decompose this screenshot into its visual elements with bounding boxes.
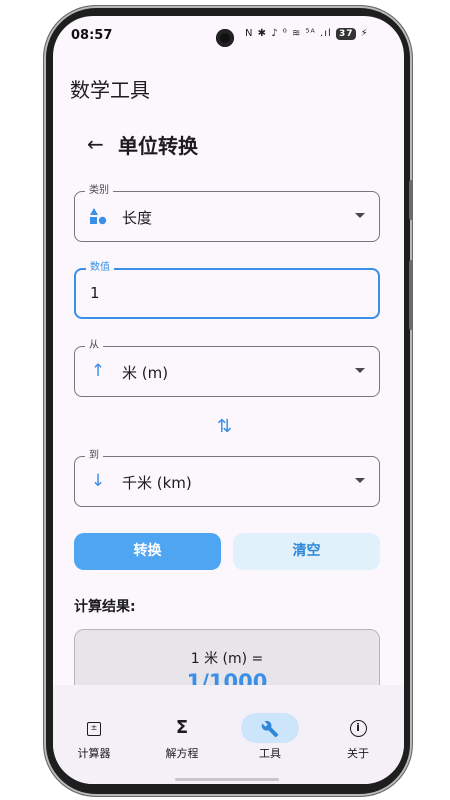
status-time: 08:57 xyxy=(71,28,113,43)
nav-item-about[interactable]: i 关于 xyxy=(323,713,393,761)
arrow-down-icon: ↓ xyxy=(90,471,106,491)
nav-item-tools[interactable]: 工具 xyxy=(235,713,305,761)
status-indicators-icon: N ✱ ♪ ⁰ ≋ ⁵ᴬ .ıl xyxy=(245,28,332,39)
from-unit-select[interactable]: 从 ↑ 米 (m) xyxy=(74,339,380,397)
category-value: 长度 xyxy=(122,209,153,227)
nav-item-equation[interactable]: Σ 解方程 xyxy=(147,713,217,761)
status-icons: N ✱ ♪ ⁰ ≋ ⁵ᴬ .ıl 37 ⚡ xyxy=(245,28,369,40)
nav-label-equation: 解方程 xyxy=(165,747,199,760)
sigma-icon: Σ xyxy=(175,717,189,738)
category-select[interactable]: 类别 长度 xyxy=(74,184,380,242)
result-label: 计算结果: xyxy=(74,599,136,615)
wrench-icon xyxy=(241,713,299,743)
from-label: 从 xyxy=(85,339,103,353)
to-label: 到 xyxy=(85,449,103,463)
camera-cutout xyxy=(216,29,234,47)
power-button xyxy=(409,260,413,330)
swap-vertical-icon[interactable]: ⇅ xyxy=(217,416,232,437)
category-label: 类别 xyxy=(85,184,113,198)
info-icon: i xyxy=(323,713,393,743)
bottom-navigation: ± 计算器 Σ 解方程 工具 i 关于 xyxy=(53,685,404,784)
arrow-up-icon: ↑ xyxy=(90,361,106,381)
nav-label-about: 关于 xyxy=(347,747,369,760)
from-value: 米 (m) xyxy=(122,364,169,382)
battery-icon: 37 xyxy=(335,28,357,40)
caret-down-icon xyxy=(355,368,365,373)
number-value[interactable]: 1 xyxy=(90,284,100,302)
result-expression: 1 米 (m) = xyxy=(190,651,264,667)
calculator-icon: ± xyxy=(59,713,129,743)
to-unit-select[interactable]: 到 ↓ 千米 (km) xyxy=(74,449,380,507)
nav-label-calculator: 计算器 xyxy=(77,747,111,760)
caret-down-icon xyxy=(355,478,365,483)
number-input[interactable]: 数值 1 xyxy=(74,261,380,319)
to-value: 千米 (km) xyxy=(122,474,192,492)
arrow-left-icon[interactable]: ← xyxy=(87,132,104,156)
page-title: 单位转换 xyxy=(118,134,198,158)
home-indicator[interactable] xyxy=(175,778,279,781)
nav-item-calculator[interactable]: ± 计算器 xyxy=(59,713,129,761)
charging-icon: ⚡ xyxy=(360,28,369,39)
number-label: 数值 xyxy=(86,261,114,275)
app-title: 数学工具 xyxy=(70,78,150,102)
convert-button[interactable]: 转换 xyxy=(74,533,221,570)
volume-button xyxy=(409,180,413,220)
screen: 08:57 N ✱ ♪ ⁰ ≋ ⁵ᴬ .ıl 37 ⚡ 数学工具 ← 单位转换 … xyxy=(53,16,404,784)
shapes-icon xyxy=(88,206,108,226)
clear-button[interactable]: 清空 xyxy=(233,533,380,570)
status-bar: 08:57 N ✱ ♪ ⁰ ≋ ⁵ᴬ .ıl 37 ⚡ xyxy=(53,16,404,56)
nav-label-tools: 工具 xyxy=(259,747,281,760)
caret-down-icon xyxy=(355,213,365,218)
